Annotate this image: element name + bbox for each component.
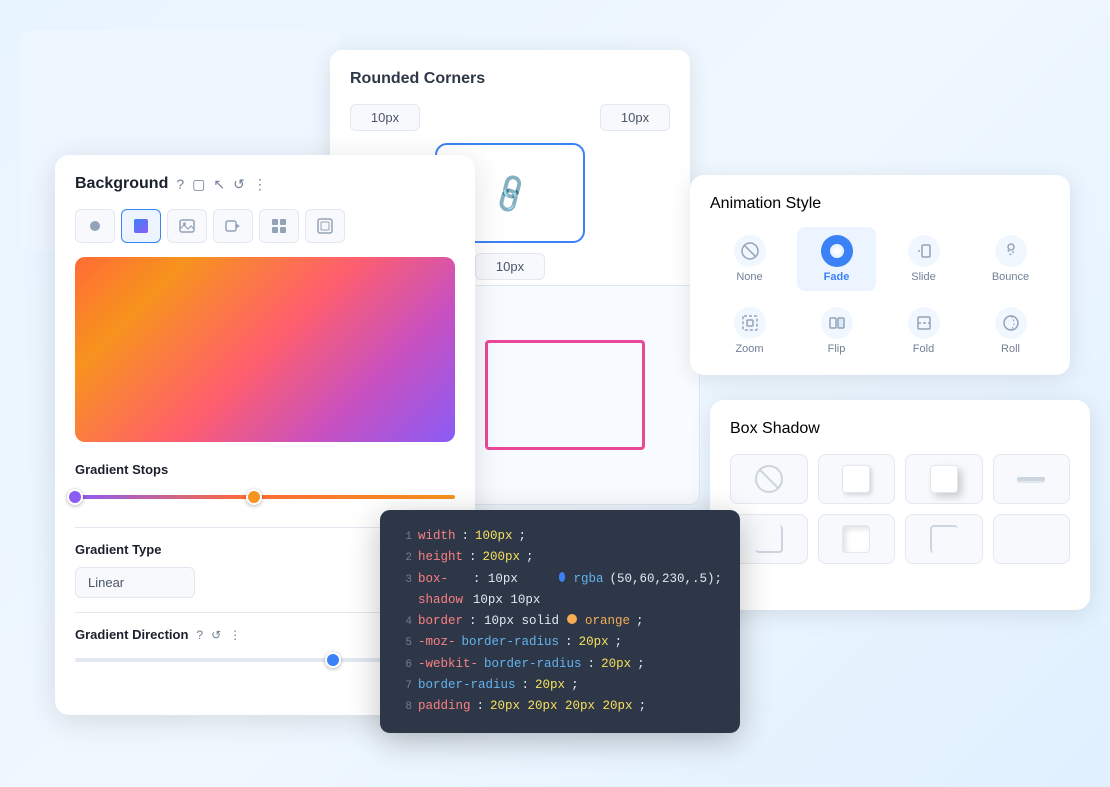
- top-right-input[interactable]: 10px: [600, 104, 670, 131]
- link-icon: 🔗: [487, 170, 534, 216]
- code-line-1: 1 width: 100px;: [398, 526, 722, 547]
- anim-label-flip: Flip: [828, 343, 846, 355]
- code-line-4: 4 border: 10px solid orange;: [398, 611, 722, 632]
- bg-type-gradient[interactable]: [121, 209, 161, 243]
- anim-label-fade: Fade: [824, 271, 850, 283]
- background-title: Background: [75, 175, 168, 193]
- shadow-btn-none[interactable]: [730, 454, 808, 504]
- orange-dot: [567, 614, 577, 624]
- animation-grid: None Fade Slide Bounce Z: [710, 227, 1050, 363]
- blue-dot: [559, 572, 566, 582]
- gradient-stops-slider[interactable]: [75, 487, 455, 507]
- anim-icon-flip: [821, 307, 853, 339]
- anim-btn-roll[interactable]: Roll: [971, 299, 1050, 363]
- box-shadow-title: Box Shadow: [730, 420, 1070, 438]
- bg-type-image[interactable]: [167, 209, 207, 243]
- gradient-stops-label: Gradient Stops: [75, 462, 455, 477]
- gradient-type-value[interactable]: Linear: [75, 567, 195, 598]
- code-line-5: 5 -moz-border-radius: 20px;: [398, 632, 722, 653]
- anim-btn-fold[interactable]: Fold: [884, 299, 963, 363]
- shadow-tl-icon: [930, 525, 958, 553]
- shadow-btn-md[interactable]: [905, 454, 983, 504]
- shadow-sm-icon: [842, 465, 870, 493]
- bottom-input[interactable]: 10px: [475, 253, 545, 280]
- gradient-direction-label: Gradient Direction: [75, 627, 188, 642]
- anim-btn-bounce[interactable]: Bounce: [971, 227, 1050, 291]
- anim-btn-flip[interactable]: Flip: [797, 299, 876, 363]
- anim-btn-none[interactable]: None: [710, 227, 789, 291]
- undo-icon[interactable]: ↺: [233, 176, 245, 193]
- anim-icon-roll: [995, 307, 1027, 339]
- code-line-2: 2 height: 200px;: [398, 547, 722, 568]
- anim-label-none: None: [736, 271, 762, 283]
- anim-btn-slide[interactable]: Slide: [884, 227, 963, 291]
- code-line-8: 8 padding: 20px 20px 20px 20px;: [398, 696, 722, 717]
- code-line-7: 7 border-radius: 20px;: [398, 675, 722, 696]
- shadow-btn-empty[interactable]: [993, 514, 1071, 564]
- monitor-icon[interactable]: ▢: [192, 176, 205, 193]
- corner-inputs-top: 10px 10px: [350, 104, 670, 131]
- anim-icon-zoom: [734, 307, 766, 339]
- gradient-preview: [75, 257, 455, 442]
- bg-type-video[interactable]: [213, 209, 253, 243]
- anim-icon-fold: [908, 307, 940, 339]
- shadow-btn-line[interactable]: [993, 454, 1071, 504]
- shadow-grid: [730, 454, 1070, 564]
- anim-label-bounce: Bounce: [992, 271, 1029, 283]
- box-shadow-panel: Box Shadow: [710, 400, 1090, 610]
- rounded-corners-title: Rounded Corners: [350, 70, 670, 88]
- direction-undo-icon[interactable]: ↺: [211, 628, 221, 642]
- shadow-none-icon: [755, 465, 783, 493]
- slider-track: [75, 495, 455, 499]
- code-line-6: 6 -webkit-border-radius: 20px;: [398, 654, 722, 675]
- direction-thumb[interactable]: [325, 652, 341, 668]
- anim-label-zoom: Zoom: [735, 343, 763, 355]
- shadow-md-icon: [930, 465, 958, 493]
- more-icon[interactable]: ⋮: [253, 176, 267, 193]
- anim-icon-none: [734, 235, 766, 267]
- panel-header: Background ? ▢ ↖ ↺ ⋮: [75, 175, 455, 193]
- animation-style-title: Animation Style: [710, 195, 1050, 213]
- bg-type-frame[interactable]: [305, 209, 345, 243]
- top-left-input[interactable]: 10px: [350, 104, 420, 131]
- code-panel: 1 width: 100px; 2 height: 200px; 3 box-s…: [380, 510, 740, 733]
- bg-type-icons: [75, 209, 455, 243]
- slider-thumb-purple[interactable]: [67, 489, 83, 505]
- shadow-btn-inset[interactable]: [818, 514, 896, 564]
- cursor-icon[interactable]: ↖: [213, 176, 225, 193]
- shadow-btn-br[interactable]: [730, 514, 808, 564]
- anim-icon-bounce: [995, 235, 1027, 267]
- pink-border-box: [485, 340, 645, 450]
- shadow-inset-icon: [842, 525, 870, 553]
- shadow-btn-tl[interactable]: [905, 514, 983, 564]
- anim-icon-fade: [821, 235, 853, 267]
- shadow-br-icon: [755, 525, 783, 553]
- anim-btn-zoom[interactable]: Zoom: [710, 299, 789, 363]
- help-icon[interactable]: ?: [176, 176, 184, 192]
- direction-slider[interactable]: [75, 658, 397, 662]
- anim-label-slide: Slide: [911, 271, 935, 283]
- direction-more-icon[interactable]: ⋮: [229, 628, 241, 642]
- animation-style-panel: Animation Style None Fade Slide: [690, 175, 1070, 375]
- anim-btn-fade[interactable]: Fade: [797, 227, 876, 291]
- bg-type-pattern[interactable]: [259, 209, 299, 243]
- slider-thumb-orange[interactable]: [246, 489, 262, 505]
- code-line-3: 3 box-shadow: 10px 10px 10px rgba(50,60,…: [398, 569, 722, 612]
- anim-icon-slide: [908, 235, 940, 267]
- anim-label-roll: Roll: [1001, 343, 1020, 355]
- shadow-line-icon: [1017, 477, 1045, 481]
- shadow-btn-sm[interactable]: [818, 454, 896, 504]
- anim-label-fold: Fold: [913, 343, 934, 355]
- direction-help-icon[interactable]: ?: [196, 628, 203, 642]
- bg-type-solid[interactable]: [75, 209, 115, 243]
